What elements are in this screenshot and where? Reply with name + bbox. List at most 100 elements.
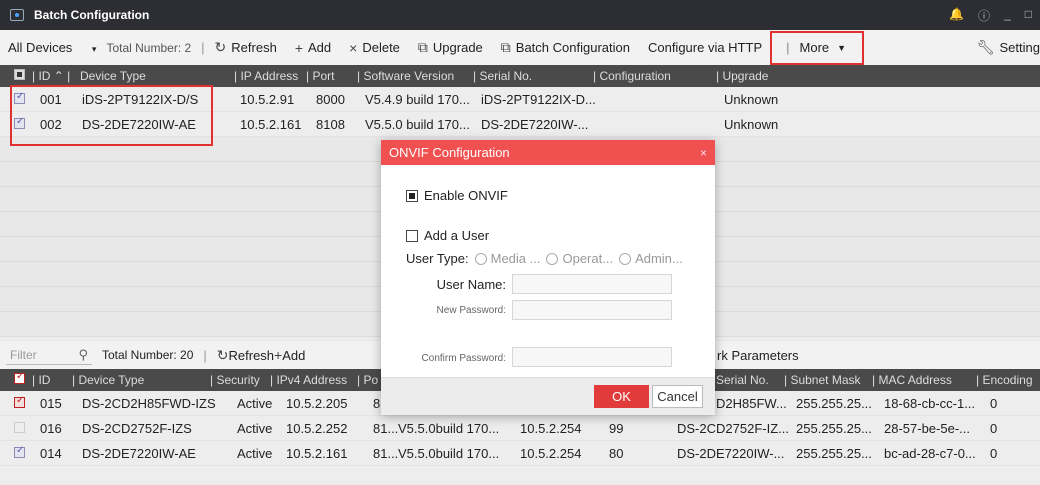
window-controls: 🔔 ⓘ _ □: [949, 7, 1032, 24]
bell-icon[interactable]: 🔔: [949, 7, 964, 24]
minimize-icon[interactable]: _: [1004, 7, 1011, 24]
upgrade-icon: ⧉: [417, 39, 428, 55]
col-mac[interactable]: | MAC Address: [872, 373, 952, 387]
cancel-button[interactable]: Cancel: [652, 385, 703, 408]
settings-button[interactable]: 🔧︎ Setting: [977, 39, 1040, 56]
divider: |: [203, 347, 207, 363]
dialog-footer: OK Cancel: [381, 377, 715, 415]
device-scope-label: All Devices: [8, 40, 73, 55]
more-button[interactable]: | More ▼: [770, 30, 865, 65]
dialog-body: Enable ONVIF Add a User User Type: Media…: [381, 165, 715, 377]
cell-device-type: DS-2DE7220IW-AE: [82, 445, 196, 461]
search-icon: ⚲: [78, 346, 88, 362]
col-serial[interactable]: Serial No.: [716, 373, 769, 387]
online-add-button[interactable]: +Add: [274, 347, 305, 363]
device-scope-select[interactable]: All Devices ▾: [8, 40, 96, 55]
confirm-password-input[interactable]: [512, 347, 672, 367]
radio-operator-label: Operat...: [562, 251, 614, 266]
cell-subnet: 255.255.25...: [796, 420, 872, 436]
upgrade-button[interactable]: ⧉ Upgrade: [418, 39, 483, 56]
username-input[interactable]: [512, 274, 672, 294]
username-label: User Name:: [436, 277, 506, 292]
col-subnet[interactable]: | Subnet Mask: [784, 373, 861, 387]
dialog-title: ONVIF Configuration: [389, 145, 510, 160]
online-total-count: Total Number: 20: [102, 348, 194, 362]
cell-version: V5.4.9 build 170...: [365, 91, 470, 107]
col-device-type[interactable]: | Device Type: [72, 373, 144, 387]
checkbox-checked-icon: [406, 189, 418, 202]
cell-gateway: 10.5.2.254: [520, 445, 582, 461]
configure-http-button[interactable]: Configure via HTTP: [648, 40, 762, 55]
batch-configuration-button[interactable]: ⧉ Batch Configuration: [501, 39, 630, 56]
refresh-button[interactable]: ↻ Refresh: [215, 39, 277, 56]
onvif-configuration-dialog: ONVIF Configuration × Enable ONVIF Add a…: [381, 140, 715, 415]
cell-id: 015: [40, 395, 62, 411]
cell-device-type: DS-2CD2H85FWD-IZS: [82, 395, 216, 411]
maximize-icon[interactable]: □: [1025, 7, 1032, 24]
cell-ip: 10.5.2.91: [240, 91, 295, 107]
col-port[interactable]: | Port: [306, 69, 334, 83]
refresh-label: Refresh: [231, 40, 277, 55]
table-row[interactable]: 014 DS-2DE7220IW-AE Active 10.5.2.161 81…: [0, 441, 1040, 466]
upgrade-label: Upgrade: [432, 40, 483, 55]
row-checkbox[interactable]: [14, 445, 25, 461]
selection-highlight: [10, 85, 213, 146]
select-all-checkbox[interactable]: [14, 371, 25, 387]
table-row[interactable]: 016 DS-2CD2752F-IZS Active 10.5.2.252 81…: [0, 416, 1040, 441]
col-configuration[interactable]: | Configuration: [593, 69, 671, 83]
cell-gateway: 10.5.2.254: [520, 420, 582, 436]
cell-version: V5.5.0build 170...: [398, 420, 500, 436]
add-label: Add: [282, 348, 306, 363]
delete-button[interactable]: × Delete: [349, 40, 400, 56]
radio-administrator[interactable]: [619, 252, 632, 265]
cell-serial: DS-2DE7220IW-...: [677, 445, 785, 461]
cell-security: Active: [237, 445, 273, 461]
table-header: | ID ⌃ | Device Type | IP Address | Port…: [0, 65, 1040, 87]
online-refresh-button[interactable]: ↻Refresh: [217, 347, 274, 364]
title-bar: Batch Configuration 🔔 ⓘ _ □: [0, 0, 1040, 30]
add-user-checkbox[interactable]: Add a User: [406, 228, 489, 243]
user-type-group: User Type: Media ... Operat... Admin...: [406, 251, 683, 266]
col-upgrade[interactable]: | Upgrade: [716, 69, 768, 83]
cell-id: 016: [40, 420, 62, 436]
cell-subnet: 255.255.25...: [796, 445, 872, 461]
cell-http-port: 99: [609, 420, 624, 436]
row-checkbox[interactable]: [14, 395, 25, 411]
radio-operator[interactable]: [546, 252, 559, 265]
ok-button[interactable]: OK: [594, 385, 649, 408]
col-security[interactable]: | Security: [210, 373, 260, 387]
cell-serial: iDS-2PT9122IX-D...: [481, 91, 596, 107]
cell-mac: 28-57-be-5e-...: [884, 420, 970, 436]
info-icon[interactable]: ⓘ: [978, 7, 990, 24]
cell-mac: bc-ad-28-c7-0...: [884, 445, 976, 461]
enable-onvif-checkbox[interactable]: Enable ONVIF: [406, 188, 508, 203]
col-ipv4[interactable]: | IPv4 Address: [270, 373, 347, 387]
add-button[interactable]: + Add: [295, 40, 331, 56]
cell-http-port: 80: [609, 445, 624, 461]
filter-input[interactable]: Filter ⚲: [6, 345, 92, 365]
plus-icon: +: [294, 39, 303, 56]
col-port[interactable]: | Po: [357, 373, 378, 387]
dialog-header: ONVIF Configuration ×: [381, 140, 715, 165]
cell-upgrade: Unknown: [724, 91, 779, 107]
cell-version: V5.5.0 build 170...: [365, 116, 470, 132]
enable-onvif-label: Enable ONVIF: [424, 188, 508, 203]
col-device-type[interactable]: Device Type: [80, 69, 146, 83]
network-parameters-button[interactable]: rk Parameters: [717, 348, 799, 363]
divider: |: [201, 40, 205, 55]
col-id[interactable]: | ID ⌃ |: [32, 69, 70, 83]
cell-security: Active: [237, 420, 273, 436]
col-ip[interactable]: | IP Address: [234, 69, 298, 83]
new-password-input[interactable]: [512, 300, 672, 320]
user-type-label: User Type:: [406, 251, 469, 266]
select-all-checkbox[interactable]: [14, 69, 25, 83]
radio-media[interactable]: [474, 252, 487, 265]
caret-down-icon: ▼: [837, 42, 847, 53]
refresh-label: Refresh: [228, 347, 275, 363]
col-version[interactable]: | Software Version: [357, 69, 454, 83]
col-id[interactable]: | ID: [32, 373, 50, 387]
col-encoding[interactable]: | Encoding: [976, 373, 1033, 387]
row-checkbox[interactable]: [14, 421, 25, 436]
col-serial[interactable]: | Serial No.: [473, 69, 532, 83]
close-icon[interactable]: ×: [700, 146, 707, 160]
